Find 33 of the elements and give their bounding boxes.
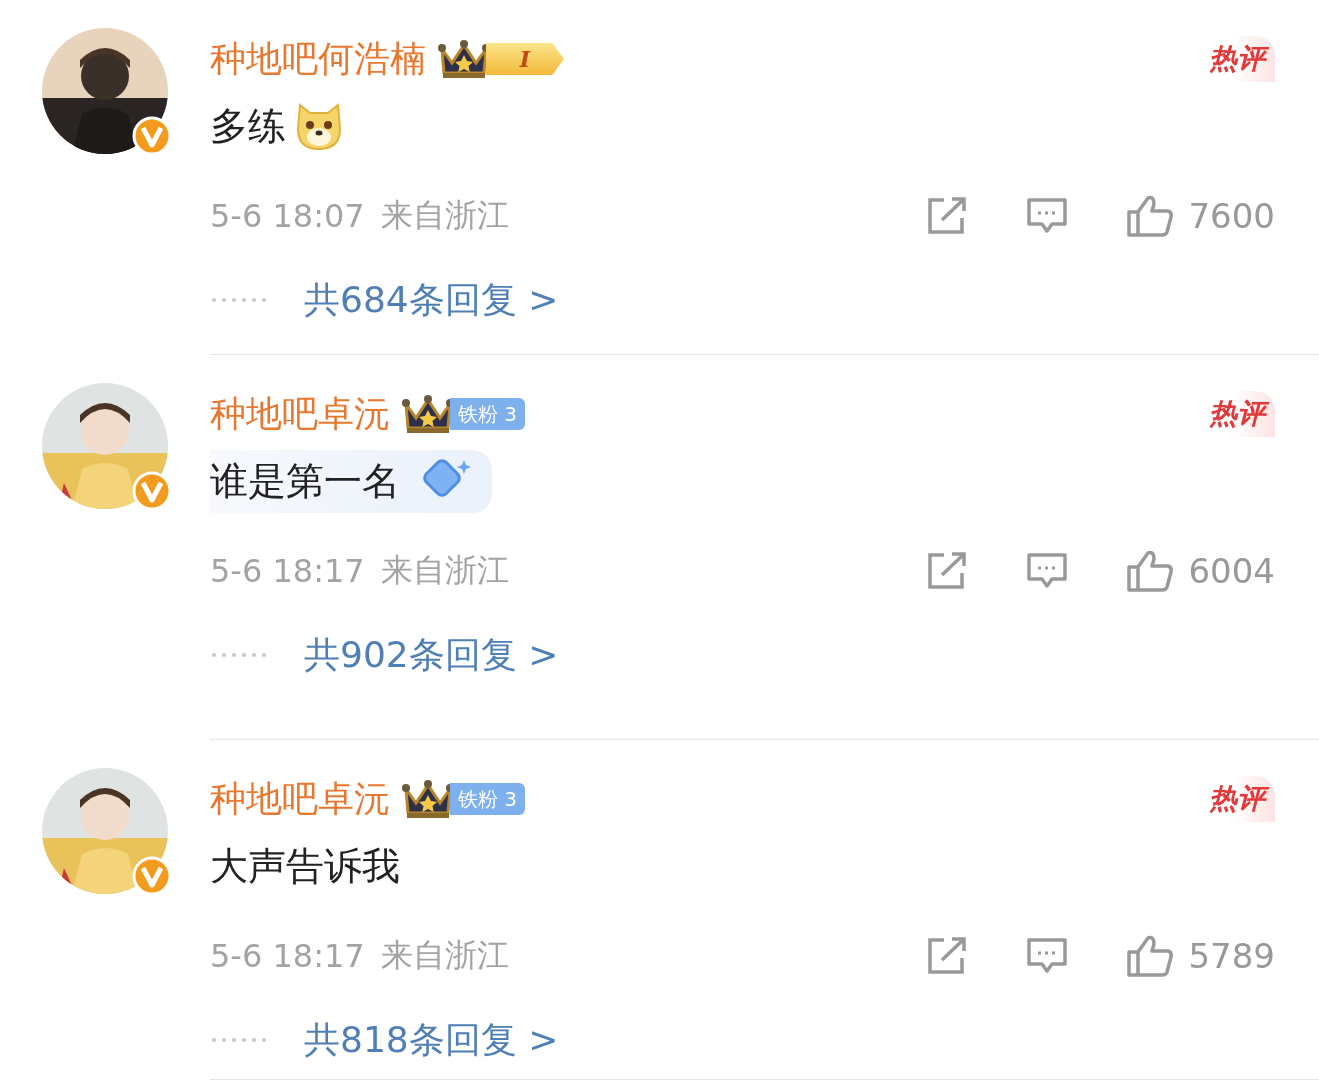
- comment-time: 5-6 18:07: [210, 197, 365, 235]
- replies-link[interactable]: 共684条回复 >: [304, 275, 559, 325]
- comment-text: 谁是第一名: [210, 449, 492, 513]
- like-count: 7600: [1188, 196, 1275, 236]
- like-icon[interactable]: [1126, 194, 1175, 238]
- comment-icon[interactable]: [1026, 936, 1069, 976]
- verified-icon: [132, 116, 172, 156]
- username[interactable]: 种地吧何浩楠: [210, 30, 426, 88]
- verified-icon: [132, 856, 172, 896]
- username[interactable]: 种地吧卓沅: [210, 385, 390, 443]
- replies-link[interactable]: 共902条回复 >: [304, 630, 559, 680]
- comment-icon[interactable]: [1026, 551, 1069, 591]
- username[interactable]: 种地吧卓沅: [210, 770, 390, 828]
- like-count: 5789: [1188, 936, 1275, 976]
- fan-level-badge: 铁粉 3: [450, 783, 526, 815]
- comment-text: 多练: [210, 102, 286, 150]
- fan-level-badge: I: [486, 43, 564, 75]
- verified-icon: [132, 471, 172, 511]
- comment-location: 来自浙江: [380, 550, 509, 591]
- comment-icon[interactable]: [1026, 196, 1069, 236]
- comment-text: 大声告诉我: [210, 842, 400, 890]
- replies-link[interactable]: 共818条回复 >: [304, 1015, 559, 1065]
- fan-level-badge: 铁粉 3: [450, 398, 526, 430]
- like-icon[interactable]: [1126, 934, 1175, 978]
- like-count: 6004: [1188, 551, 1275, 591]
- comment-location: 来自浙江: [380, 195, 509, 236]
- comment-time: 5-6 18:17: [210, 552, 365, 590]
- comment-location: 来自浙江: [380, 935, 509, 976]
- comment-time: 5-6 18:17: [210, 937, 365, 975]
- share-icon[interactable]: [926, 936, 969, 976]
- share-icon[interactable]: [926, 196, 969, 236]
- share-icon[interactable]: [926, 551, 969, 591]
- like-icon[interactable]: [1126, 549, 1175, 593]
